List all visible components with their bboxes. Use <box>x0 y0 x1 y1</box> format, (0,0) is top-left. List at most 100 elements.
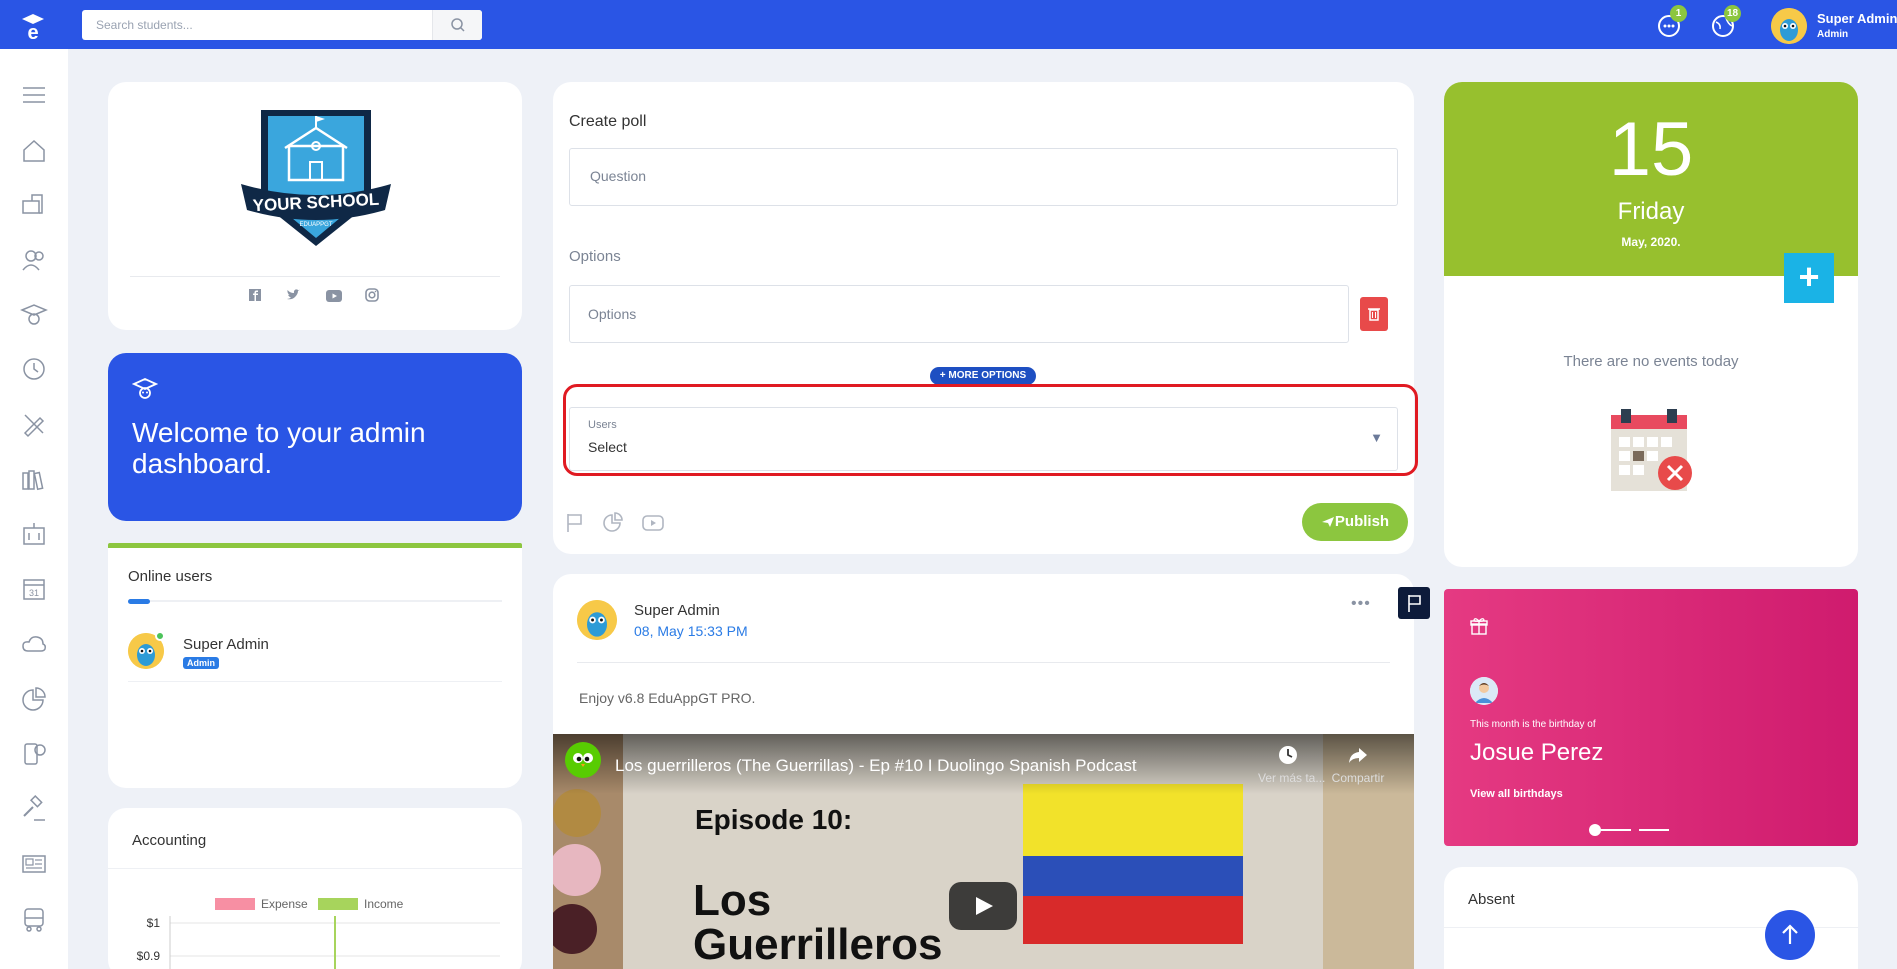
legend-expense-label: Expense <box>261 897 308 911</box>
view-all-birthdays-link[interactable]: View all birthdays <box>1470 788 1563 800</box>
share-button[interactable]: Compartir <box>1323 744 1393 785</box>
mailbox-icon <box>22 194 43 214</box>
search-icon <box>451 18 465 32</box>
absent-title: Absent <box>1468 891 1515 908</box>
bus-icon <box>24 908 44 932</box>
no-events-text: There are no events today <box>1563 353 1739 370</box>
welcome-card: Welcome to your admin dashboard. <box>108 353 522 521</box>
sidebar-item-transport[interactable] <box>20 905 48 933</box>
trash-icon <box>1368 308 1380 321</box>
delete-option-button[interactable] <box>1360 297 1388 331</box>
sidebar-item-students[interactable] <box>20 300 48 328</box>
add-event-button[interactable]: + <box>1784 253 1834 303</box>
watch-later-label: Ver más ta... <box>1258 771 1326 785</box>
watch-later-button[interactable]: Ver más ta... <box>1258 744 1326 785</box>
user-role: Admin <box>1817 29 1849 40</box>
question-placeholder: Question <box>590 168 647 184</box>
gift-icon <box>1470 617 1488 640</box>
sidebar-item-users[interactable] <box>20 246 48 274</box>
top-bar: e 1 18 Super Admin Admin <box>0 0 1897 49</box>
accounting-card: Accounting Expense Income $1 $0.9 <box>108 808 522 969</box>
online-users-title: Online users <box>128 568 213 585</box>
pie-chart-icon <box>22 687 46 711</box>
episode-name-line1: Los <box>693 876 772 925</box>
sidebar-item-news[interactable] <box>20 850 48 878</box>
twitter-icon[interactable] <box>286 288 302 307</box>
question-field[interactable]: Question <box>569 148 1398 206</box>
episode-label: Episode 10: <box>695 804 853 835</box>
poll-flag-button[interactable] <box>565 512 585 539</box>
sidebar-item-school[interactable] <box>20 520 48 548</box>
y-tick-label: $0.9 <box>137 949 161 963</box>
post-author: Super Admin <box>634 602 720 619</box>
episode-name-line2: Guerrilleros <box>693 920 943 969</box>
messages-button[interactable]: 1 <box>1656 5 1687 40</box>
sidebar-item-tools[interactable] <box>20 410 48 438</box>
app-logo-icon[interactable]: e <box>18 11 48 44</box>
sidebar-item-reports[interactable] <box>20 685 48 713</box>
avatar <box>1771 8 1807 44</box>
hamburger-icon <box>23 87 45 103</box>
svg-text:e: e <box>27 22 38 41</box>
sidebar-item-auctions[interactable] <box>20 794 48 823</box>
clock-icon <box>1279 746 1297 764</box>
menu-toggle-button[interactable] <box>20 81 48 109</box>
option-field[interactable]: Options <box>569 285 1349 343</box>
legend-expense-swatch <box>215 898 255 910</box>
divider <box>577 662 1390 663</box>
video-title[interactable]: Los guerrilleros (The Guerrillas) - Ep #… <box>615 756 1137 776</box>
report-flag-button[interactable] <box>1398 587 1430 619</box>
online-users-progress-track <box>128 599 502 604</box>
sidebar-item-library[interactable] <box>20 465 48 493</box>
publish-button[interactable]: Publish <box>1302 503 1408 541</box>
youtube-icon[interactable] <box>326 289 342 307</box>
avatar <box>577 600 617 640</box>
list-item[interactable]: Super Admin Admin <box>128 631 502 675</box>
search-input[interactable] <box>82 10 432 40</box>
sidebar-item-cloud[interactable] <box>20 630 48 658</box>
graduate-icon <box>131 377 159 406</box>
poll-video-button[interactable] <box>642 514 664 537</box>
accounting-title: Accounting <box>132 832 207 849</box>
cloud-icon <box>22 636 46 652</box>
divider <box>128 681 502 682</box>
sidebar-item-home[interactable] <box>20 137 48 165</box>
phone-chat-icon <box>24 743 46 765</box>
post-options-button[interactable]: ••• <box>1351 595 1371 613</box>
welcome-text: Welcome to your admin dashboard. <box>132 417 426 479</box>
video-player[interactable]: Los guerrilleros (The Guerrillas) - Ep #… <box>553 734 1414 969</box>
option-placeholder: Options <box>588 306 637 322</box>
selection-highlight <box>563 384 1418 476</box>
notifications-badge: 18 <box>1724 5 1742 22</box>
flag-icon <box>1408 595 1421 612</box>
avatar <box>1470 677 1498 705</box>
online-users-progress-bar <box>128 599 150 604</box>
instagram-icon[interactable] <box>365 288 379 307</box>
online-user-name: Super Admin <box>183 636 269 653</box>
share-label: Compartir <box>1331 771 1385 785</box>
calendar-day: 15 <box>1608 107 1694 192</box>
carousel-dot-active[interactable] <box>1589 824 1601 836</box>
video-flag-art <box>1023 784 1243 944</box>
sidebar-item-mailbox[interactable] <box>20 191 48 219</box>
options-label: Options <box>569 248 621 265</box>
poll-chart-button[interactable] <box>602 512 624 539</box>
calendar-empty-icon <box>1609 409 1695 498</box>
post-date: 08, May 15:33 PM <box>634 623 748 639</box>
legend-income-swatch <box>318 898 358 910</box>
play-icon <box>976 897 993 915</box>
sidebar-item-calendar[interactable]: 31 <box>20 575 48 603</box>
facebook-icon[interactable] <box>248 288 262 307</box>
search-button[interactable] <box>432 10 482 40</box>
sidebar-item-messages[interactable] <box>20 740 48 768</box>
share-icon <box>1349 748 1367 763</box>
carousel-dot[interactable] <box>1639 829 1669 831</box>
video-play-button[interactable] <box>949 882 1017 930</box>
scroll-to-top-button[interactable] <box>1765 910 1815 960</box>
calendar-card: 15 Friday May, 2020. There are no events… <box>1444 82 1858 567</box>
sidebar-item-attendance[interactable] <box>20 355 48 383</box>
publish-label: Publish <box>1334 513 1390 530</box>
carousel-dot[interactable] <box>1601 829 1631 831</box>
more-options-button[interactable]: + MORE OPTIONS <box>930 367 1036 385</box>
notifications-button[interactable]: 18 <box>1710 5 1742 40</box>
